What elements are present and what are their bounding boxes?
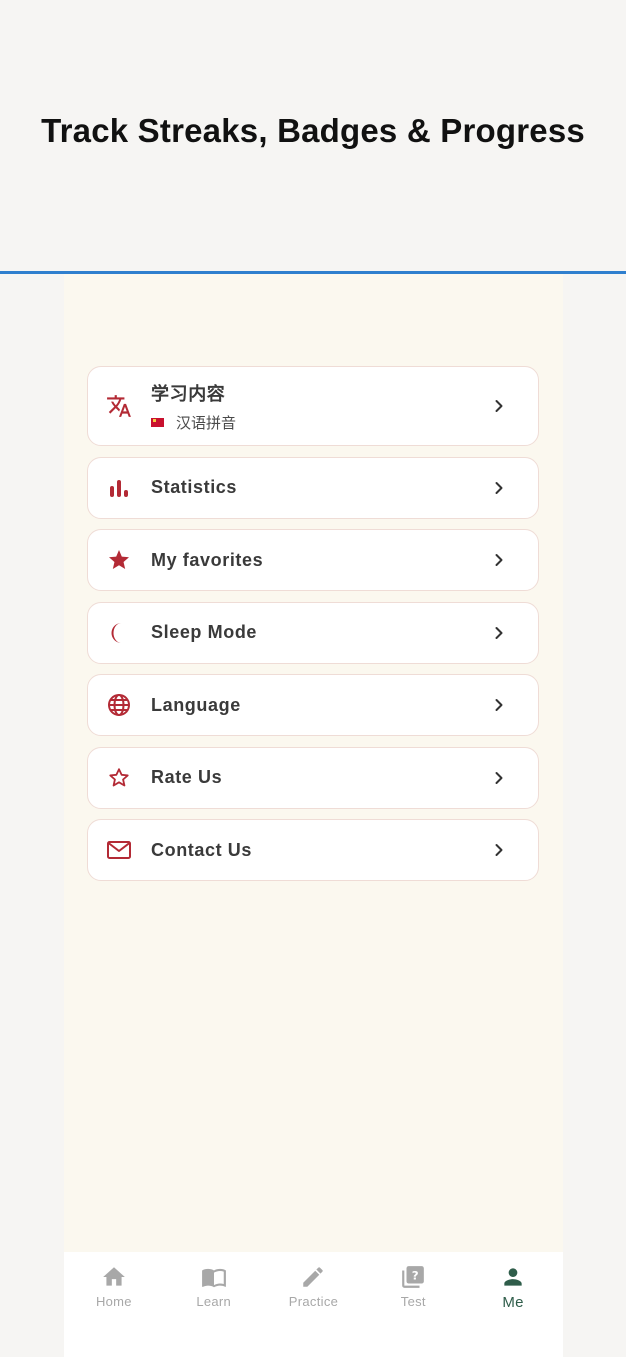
menu-item-text: 学习内容 汉语拼音 [151,380,236,433]
moon-icon [106,620,132,646]
menu-item-label: Contact Us [151,839,253,860]
menu-item-label: Language [151,694,241,715]
menu-item-contact-us[interactable]: Contact Us [87,819,539,881]
menu-item-language[interactable]: Language [87,674,539,736]
translate-icon [106,393,132,419]
menu-item-rate-us[interactable]: Rate Us [87,746,539,809]
menu-item-text: Rate Us [151,767,222,788]
tab-label: Test [400,1294,426,1309]
menu-item-learning-content[interactable]: 学习内容 汉语拼音 [87,366,539,446]
menu-item-statistics[interactable]: Statistics [87,456,539,519]
promo-banner: Track Streaks, Badges & Progress [0,0,626,271]
menu-item-label: My favorites [151,549,264,570]
menu-item-label: Rate Us [151,767,223,787]
menu-item-text: Sleep Mode [151,622,257,643]
tab-home[interactable]: Home [64,1252,164,1357]
chevron-right-icon [495,626,503,639]
tab-label: Practice [288,1294,339,1309]
quiz-icon: ? [402,1266,425,1288]
tab-learn[interactable]: Learn [164,1252,264,1357]
tab-label: Home [95,1294,132,1309]
person-icon [504,1268,522,1286]
chevron-right-icon [495,699,503,711]
tab-practice[interactable]: Practice [264,1252,364,1357]
pencil-icon [303,1267,324,1287]
menu-item-label: Sleep Mode [151,622,258,642]
bar-chart-icon [106,475,132,501]
chevron-right-icon [495,400,503,412]
chevron-right-icon [495,844,503,856]
menu-item-sub-label: 汉语拼音 [176,414,237,432]
chevron-right-icon [495,554,503,566]
app-screen: 学习内容 汉语拼音 Statistics My favorites Sleep … [64,274,563,1357]
star-filled-icon [106,547,132,573]
tab-me[interactable]: Me [463,1252,563,1357]
menu-item-text: Contact Us [151,840,252,861]
menu-item-text: My favorites [151,550,263,571]
menu-item-sub: 汉语拼音 [151,412,236,433]
tab-label: Me [502,1294,524,1311]
menu-item-sleep-mode[interactable]: Sleep Mode [87,601,539,664]
svg-text:?: ? [412,1269,419,1283]
settings-menu: 学习内容 汉语拼音 Statistics My favorites Sleep … [87,366,539,892]
banner-title: Track Streaks, Badges & Progress [41,112,585,149]
bottom-tab-bar: Home Learn Practice ? Test Me [64,1252,563,1357]
mail-icon [106,837,132,863]
home-icon [103,1267,125,1286]
menu-item-text: Language [151,695,241,716]
menu-item-text: Statistics [151,477,237,498]
menu-item-label: 学习内容 [151,383,226,404]
chevron-right-icon [495,771,503,784]
menu-item-label: Statistics [151,477,238,497]
book-icon [201,1268,226,1288]
tab-label: Learn [196,1294,232,1309]
tab-test[interactable]: ? Test [363,1252,463,1357]
menu-item-favorites[interactable]: My favorites [87,529,539,591]
chevron-right-icon [495,481,503,494]
china-flag-icon [151,417,164,427]
star-outline-icon [106,765,132,791]
globe-icon [106,692,132,718]
